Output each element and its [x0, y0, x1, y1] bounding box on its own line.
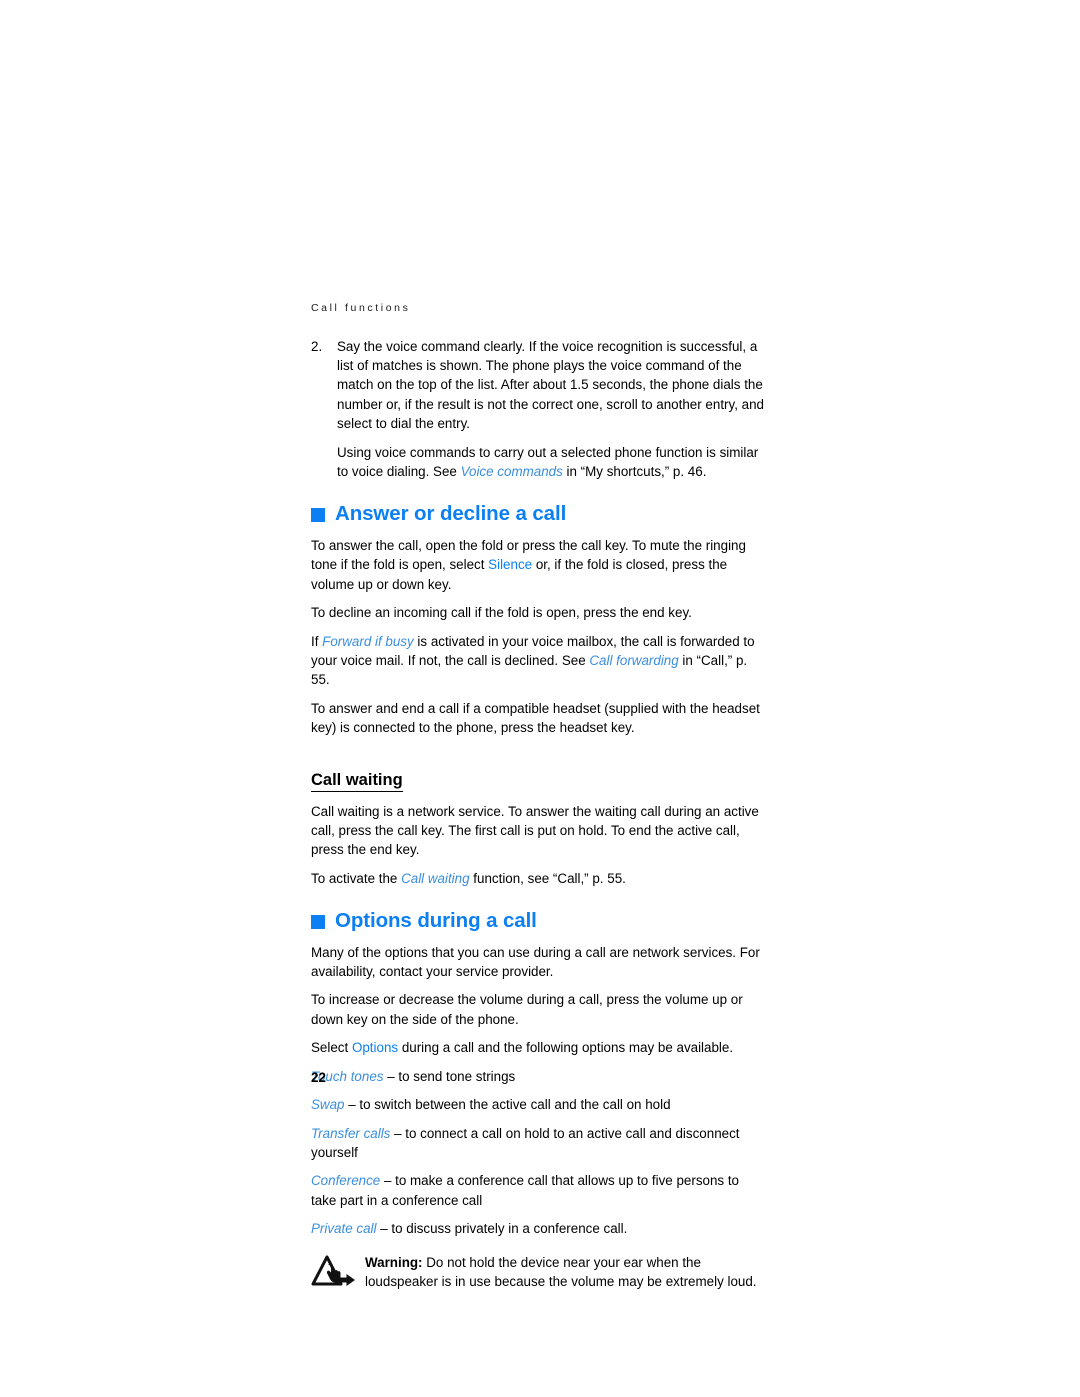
reference-call-forwarding: Call forwarding — [589, 652, 679, 668]
reference-forward-if-busy: Forward if busy — [322, 633, 414, 649]
answer-decline-paragraph-3: If Forward if busy is activated in your … — [311, 632, 767, 690]
option-term: Swap — [311, 1097, 345, 1113]
opt-p3-before: Select — [311, 1040, 352, 1056]
step-paragraph-2: Using voice commands to carry out a sele… — [337, 443, 767, 482]
options-paragraph-2: To increase or decrease the volume durin… — [311, 992, 743, 1027]
warning-label: Warning: — [365, 1254, 423, 1270]
options-paragraph-1: Many of the options that you can use dur… — [311, 944, 760, 980]
option-item: Conference – to make a conference call t… — [311, 1171, 767, 1210]
option-description: to switch between the active call and th… — [359, 1097, 671, 1113]
step-paragraph-1: Say the voice command clearly. If the vo… — [337, 338, 764, 432]
subheading-call-waiting: Call waiting — [311, 771, 403, 792]
cw-p2-after: function, see “Call,” p. 55. — [469, 870, 626, 886]
step-p2-text-after: in “My shortcuts,” p. 46. — [562, 463, 707, 479]
answer-decline-paragraph-4: To answer and end a call if a compatible… — [311, 700, 760, 736]
options-paragraph-3: Select Options during a call and the fol… — [311, 1038, 767, 1057]
warning-body: Do not hold the device near your ear whe… — [365, 1254, 757, 1289]
warning-block: Warning: Do not hold the device near you… — [311, 1252, 767, 1292]
section-heading-options-during-call: Options during a call — [311, 910, 767, 932]
reference-voice-commands: Voice commands — [460, 463, 563, 479]
document-page: Call functions 2. Say the voice command … — [0, 0, 1080, 1397]
step-body: Say the voice command clearly. If the vo… — [337, 337, 767, 482]
option-term: Transfer calls — [311, 1125, 391, 1141]
subheading-call-waiting-wrap: Call waiting — [311, 747, 767, 802]
option-description: to discuss privately in a conference cal… — [391, 1221, 628, 1237]
option-dash: – — [380, 1173, 396, 1189]
call-waiting-paragraph-1: Call waiting is a network service. To an… — [311, 803, 759, 858]
option-item: Transfer calls – to connect a call on ho… — [311, 1124, 767, 1163]
section-heading-answer-or-decline: Answer or decline a call — [311, 503, 767, 525]
option-term: Private call — [311, 1221, 377, 1237]
option-dash: – — [376, 1221, 392, 1237]
step-number: 2. — [311, 338, 323, 354]
answer-decline-paragraph-2: To decline an incoming call if the fold … — [311, 605, 692, 621]
reference-call-waiting: Call waiting — [401, 870, 470, 886]
warning-text: Warning: Do not hold the device near you… — [365, 1252, 767, 1292]
option-dash: – — [344, 1097, 360, 1113]
option-dash: – — [390, 1125, 406, 1141]
option-item: Private call – to discuss privately in a… — [311, 1219, 767, 1238]
square-bullet-icon — [311, 914, 325, 929]
numbered-step: 2. Say the voice command clearly. If the… — [311, 337, 767, 482]
page-content: Call functions 2. Say the voice command … — [311, 302, 767, 1292]
warning-triangle-hand-icon — [311, 1255, 357, 1291]
call-waiting-paragraph-2: To activate the Call waiting function, s… — [311, 869, 767, 888]
ad-p3-before: If — [311, 633, 323, 649]
option-dash: – — [383, 1068, 399, 1084]
page-number: 22 — [311, 1070, 326, 1085]
square-bullet-icon — [311, 508, 325, 523]
running-header: Call functions — [311, 302, 411, 314]
section-heading-text: Options during a call — [335, 909, 537, 933]
option-description: to send tone strings — [398, 1068, 516, 1084]
cw-p2-before: To activate the — [311, 870, 402, 886]
section-heading-text: Answer or decline a call — [335, 502, 567, 526]
ui-term-silence: Silence — [488, 557, 533, 573]
option-item: Touch tones – to send tone strings — [311, 1067, 767, 1086]
opt-p3-after: during a call and the following options … — [398, 1040, 734, 1056]
answer-decline-paragraph-1: To answer the call, open the fold or pre… — [311, 536, 767, 594]
option-term: Conference — [311, 1173, 381, 1189]
option-item: Swap – to switch between the active call… — [311, 1095, 767, 1114]
ui-term-options: Options — [351, 1040, 399, 1056]
